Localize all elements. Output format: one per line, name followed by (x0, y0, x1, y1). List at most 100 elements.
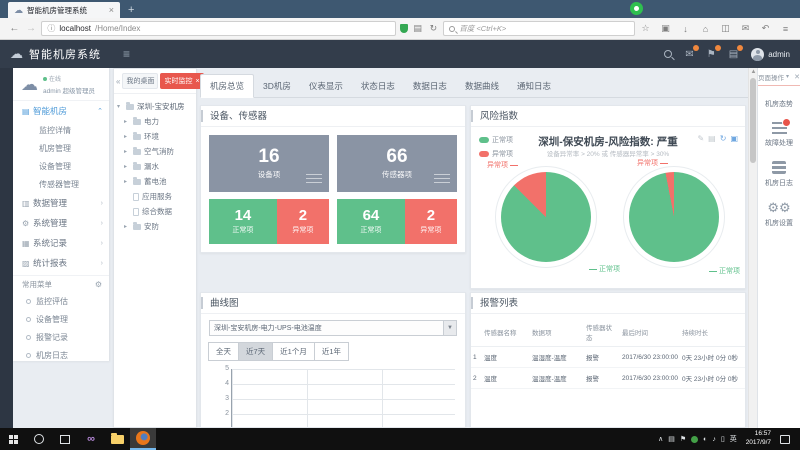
ops-item-fault-handling[interactable]: 故障处理 (758, 122, 800, 148)
collapse-tree-icon[interactable]: « (116, 77, 120, 86)
quick-item-monitor-eval[interactable]: 监控评估 (13, 292, 109, 310)
tab-gauge-display[interactable]: 仪表显示 (300, 75, 352, 97)
select-caret-icon[interactable]: ▼ (443, 321, 456, 335)
tree-item-app-service[interactable]: 应用服务 (117, 189, 193, 204)
tab-status-log[interactable]: 状态日志 (352, 75, 404, 97)
tree-item-environment[interactable]: ▸环境 (117, 129, 193, 144)
quick-item-alarm-records[interactable]: 报警记录 (13, 328, 109, 346)
chat-icon[interactable]: ✉ (739, 23, 752, 34)
gear-icon[interactable]: ⚙ (95, 280, 102, 289)
forward-button[interactable]: → (25, 23, 38, 34)
device-pie-chart[interactable] (495, 166, 597, 268)
range-1month-button[interactable]: 近1个月 (272, 342, 315, 361)
tab-data-log[interactable]: 数据日志 (404, 75, 456, 97)
tree-root-room[interactable]: ▾ 深圳-宝安机房 (117, 99, 193, 114)
security-shield-icon[interactable] (400, 24, 407, 33)
tree-item-power[interactable]: ▸电力 (117, 114, 193, 129)
sidebar-item-stats-report[interactable]: ▨ 统计报表 › (13, 253, 109, 273)
close-panel-icon[interactable]: ✕ (794, 73, 800, 81)
user-menu[interactable]: admin (751, 48, 790, 61)
visual-studio-icon[interactable]: ∞ (78, 428, 104, 450)
history-undo-icon[interactable]: ↶ (759, 23, 772, 34)
file-explorer-icon[interactable] (104, 428, 130, 450)
browser-menu-icon[interactable]: ≡ (779, 24, 792, 34)
edit-icon[interactable]: ✎ (697, 134, 704, 143)
caret-right-icon[interactable]: ▸ (124, 148, 130, 155)
tray-window-icon[interactable]: ▤ (668, 435, 675, 443)
tray-volume-icon[interactable]: ♪ (712, 436, 716, 443)
menu-toggle-icon[interactable]: ≡ (123, 47, 130, 61)
caret-down-icon[interactable]: ▾ (117, 103, 123, 110)
quick-item-device-mgmt[interactable]: 设备管理 (13, 310, 109, 328)
table-row[interactable]: 1温度温湿度-温度报警2017/6/30 23:00:000天 23小时 0分 … (471, 347, 746, 368)
sidebar-item-machine-room[interactable]: ▤ 智能机房 ⌃ (13, 101, 109, 121)
taskbar-clock[interactable]: 16:57 2017/9/7 (746, 430, 771, 448)
action-center-icon[interactable] (780, 435, 790, 444)
tree-item-security[interactable]: ▸安防 (117, 219, 193, 234)
start-button[interactable] (0, 428, 26, 450)
data-view-icon[interactable]: ▤ (708, 134, 716, 143)
caret-right-icon[interactable]: ▸ (124, 163, 130, 170)
download-icon[interactable]: ↓ (679, 24, 692, 34)
bookmark-star-icon[interactable]: ☆ (639, 23, 652, 34)
tab-room-overview[interactable]: 机房总览 (200, 74, 254, 98)
browser-tab[interactable]: ☁ 智能机房管理系统 × (8, 2, 120, 18)
caret-right-icon[interactable]: ▸ (124, 178, 130, 185)
caret-right-icon[interactable]: ▸ (124, 118, 130, 125)
tray-flag-icon[interactable]: ⚑ (680, 435, 686, 443)
tab-notify-log[interactable]: 通知日志 (508, 75, 560, 97)
tab-my-desktop[interactable]: 我的桌面 (122, 73, 158, 89)
tab-close-icon[interactable]: × (109, 5, 114, 15)
sidebar-item-system-mgmt[interactable]: ⚙ 系统管理 › (13, 213, 109, 233)
caret-right-icon[interactable]: ▸ (124, 133, 130, 140)
reader-mode-icon[interactable]: ▤ (412, 23, 424, 34)
tray-green-shield-icon[interactable] (691, 436, 698, 443)
ops-item-room-logs[interactable]: 机房日志 (758, 161, 800, 188)
sidebar-subitem-device-mgmt[interactable]: 设备管理 (13, 157, 109, 175)
sidebar-item-data-mgmt[interactable]: ▥ 数据管理 › (13, 193, 109, 213)
refresh-icon[interactable]: ↻ (720, 134, 727, 143)
cortana-button[interactable] (26, 428, 52, 450)
table-row[interactable]: 2温度温湿度-温度报警2017/6/30 23:00:000天 23小时 0分 … (471, 368, 746, 389)
new-tab-button[interactable]: + (128, 2, 134, 18)
sidebar-toggle-icon[interactable]: ◫ (719, 23, 732, 34)
caret-down-icon[interactable]: ▾ (786, 73, 789, 80)
caret-right-icon[interactable]: ▸ (124, 223, 130, 230)
tab-3d-room[interactable]: 3D机房 (254, 75, 300, 97)
header-search-icon[interactable] (664, 50, 672, 58)
browser-search-field[interactable]: 百度 <Ctrl+K> (443, 21, 635, 36)
tray-network-icon[interactable]: ◐ (703, 436, 707, 443)
refresh-icon[interactable]: ↻ (428, 23, 440, 34)
vertical-scrollbar[interactable]: ▲ (748, 68, 757, 428)
message-icon[interactable]: ✉ (685, 49, 693, 60)
home-icon[interactable]: ⌂ (699, 24, 712, 34)
sensor-pie-chart[interactable] (623, 166, 725, 268)
url-bar[interactable]: ⓘ localhost/Home/Index (41, 21, 396, 36)
tree-item-air-fire[interactable]: ▸空气消防 (117, 144, 193, 159)
sensor-select[interactable]: 深圳-宝安机房-电力-UPS-电池温度 ▼ (209, 320, 457, 336)
tab-data-curve[interactable]: 数据曲线 (456, 75, 508, 97)
site-info-icon[interactable]: ⓘ (47, 23, 55, 34)
tray-up-arrow-icon[interactable]: ∧ (658, 435, 663, 443)
save-image-icon[interactable]: ▣ (730, 134, 738, 143)
task-icon[interactable]: ▤ (729, 49, 738, 60)
scrollbar-thumb[interactable] (750, 78, 756, 163)
sidebar-subitem-room-mgmt[interactable]: 机房管理 (13, 139, 109, 157)
screenshot-icon[interactable]: ▣ (659, 23, 672, 34)
sidebar-subitem-monitor-detail[interactable]: 监控详情 (13, 121, 109, 139)
range-all-day-button[interactable]: 全天 (208, 342, 239, 361)
tray-ime-icon[interactable]: 英 (730, 434, 737, 444)
alert-flag-icon[interactable]: ⚑ (707, 49, 716, 60)
tray-battery-icon[interactable]: ▯ (721, 435, 725, 443)
task-view-button[interactable] (52, 428, 78, 450)
sidebar-item-system-records[interactable]: ▦ 系统记录 › (13, 233, 109, 253)
range-1year-button[interactable]: 近1年 (314, 342, 349, 361)
quick-item-room-logs[interactable]: 机房日志 (13, 346, 109, 364)
ops-item-room-settings[interactable]: ⚙⚙ 机房设置 (758, 201, 800, 228)
back-button[interactable]: ← (8, 23, 21, 34)
tree-item-aggregate-data[interactable]: 综合数据 (117, 204, 193, 219)
sidebar-subitem-sensor-mgmt[interactable]: 传感器管理 (13, 175, 109, 193)
tree-item-water-leak[interactable]: ▸漏水 (117, 159, 193, 174)
range-7days-button[interactable]: 近7天 (238, 342, 273, 361)
tree-item-battery[interactable]: ▸蓄电池 (117, 174, 193, 189)
